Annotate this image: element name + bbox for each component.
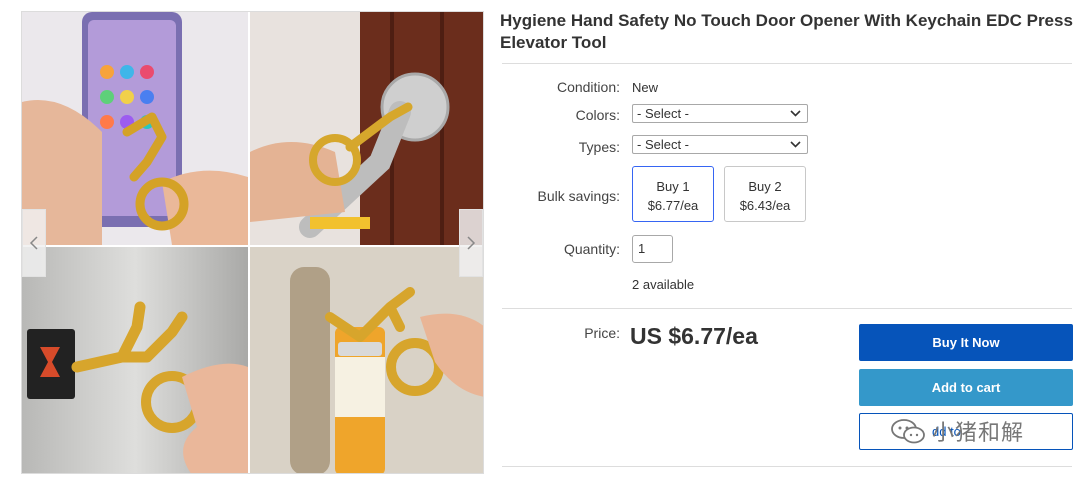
bulk-option-buy-2[interactable]: Buy 2 $6.43/ea [724, 166, 806, 222]
divider [502, 466, 1072, 467]
product-title: Hygiene Hand Safety No Touch Door Opener… [500, 11, 1073, 52]
colors-label: Colors: [575, 107, 620, 123]
product-image-gallery [21, 11, 484, 474]
price-value: US $6.77/ea [630, 323, 758, 349]
colors-select[interactable]: - Select - [632, 104, 808, 123]
types-label: Types: [578, 139, 620, 155]
product-photo-elevator-button[interactable] [22, 247, 248, 473]
buy-it-now-button[interactable]: Buy It Now [859, 324, 1073, 361]
chevron-left-icon [29, 236, 38, 250]
bulk-savings-label: Bulk savings: [537, 188, 620, 204]
divider [502, 63, 1072, 64]
bulk-option-price: $6.77/ea [647, 198, 699, 213]
types-select[interactable]: - Select - [632, 135, 808, 154]
divider [502, 308, 1072, 309]
colors-selected-value: - Select - [637, 106, 690, 121]
watchlist-button-label: dd to [932, 424, 961, 439]
gallery-prev-button[interactable] [22, 209, 46, 277]
price-label: Price: [584, 325, 620, 341]
bulk-option-qty: Buy 2 [748, 179, 782, 194]
types-selected-value: - Select - [637, 137, 690, 152]
chevron-down-icon [790, 110, 801, 117]
product-photo-door-handle[interactable] [250, 12, 483, 245]
gallery-next-button[interactable] [459, 209, 483, 277]
add-to-watchlist-button[interactable]: dd to [859, 413, 1073, 450]
quantity-input[interactable]: 1 [632, 235, 673, 263]
chevron-down-icon [790, 141, 801, 148]
available-count: 2 available [632, 277, 695, 292]
condition-label: Condition: [556, 79, 620, 95]
product-photo-phone[interactable] [22, 12, 248, 245]
condition-value: New [632, 80, 659, 95]
add-to-cart-button[interactable]: Add to cart [859, 369, 1073, 406]
product-photo-bottle-opener[interactable] [250, 247, 483, 473]
chevron-right-icon [467, 236, 476, 250]
bulk-option-price: $6.43/ea [739, 198, 791, 213]
quantity-label: Quantity: [563, 241, 620, 257]
bulk-option-buy-1[interactable]: Buy 1 $6.77/ea [632, 166, 714, 222]
bulk-option-qty: Buy 1 [656, 179, 690, 194]
